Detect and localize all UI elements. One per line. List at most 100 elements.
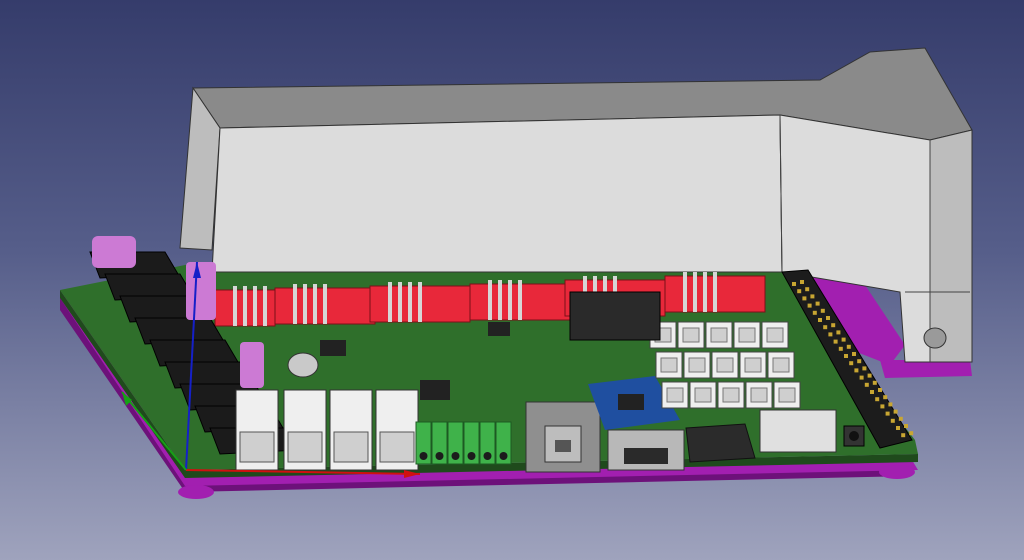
header-pin xyxy=(253,286,257,326)
pin xyxy=(859,375,864,380)
reset-button-cap xyxy=(849,431,859,441)
terminal-screw xyxy=(419,452,428,460)
pin xyxy=(800,280,804,284)
connector-face xyxy=(287,431,323,463)
header-pin xyxy=(263,286,267,326)
pin xyxy=(846,344,851,349)
ic-chip xyxy=(320,340,346,356)
enclosure-mount-hole xyxy=(923,327,947,349)
ic-chip xyxy=(420,380,450,400)
pin xyxy=(844,354,848,358)
jst-connectors[interactable] xyxy=(649,321,801,409)
jst-connector-face xyxy=(710,327,728,343)
connector-face xyxy=(379,431,415,463)
header-pin xyxy=(243,286,247,326)
header-pin xyxy=(408,282,412,322)
header-pin xyxy=(713,272,717,312)
pin xyxy=(812,310,817,315)
pin xyxy=(792,282,796,286)
pin xyxy=(898,416,903,421)
header-pin xyxy=(233,286,237,326)
pin xyxy=(904,424,908,428)
header-pin xyxy=(398,282,402,322)
capacitor xyxy=(92,236,136,268)
pin xyxy=(833,339,838,344)
pin xyxy=(797,289,802,294)
electrolytic-capacitor xyxy=(287,352,319,378)
pin xyxy=(880,404,885,409)
screw-terminal-block[interactable] xyxy=(415,421,512,465)
jst-connector-face xyxy=(694,387,712,403)
header-pin xyxy=(703,272,707,312)
jst-connector-face xyxy=(688,357,706,373)
pin xyxy=(875,397,880,402)
header-pin xyxy=(683,272,687,312)
pin xyxy=(867,373,872,378)
pin xyxy=(810,294,815,299)
pin xyxy=(896,426,900,430)
pin xyxy=(888,402,893,407)
pin xyxy=(883,395,888,400)
pin xyxy=(807,303,812,308)
jst-connector-face xyxy=(772,357,790,373)
header-pin xyxy=(488,280,492,320)
pin xyxy=(831,323,836,328)
pin xyxy=(862,366,867,371)
header-pin xyxy=(313,284,317,324)
sd-card-slot-body xyxy=(685,423,756,463)
jst-connector-face xyxy=(716,357,734,373)
pin xyxy=(823,325,828,330)
enclosure-right-side xyxy=(929,129,973,363)
pin xyxy=(909,431,914,436)
terminal-screw xyxy=(499,452,508,460)
usb-b-port[interactable] xyxy=(525,401,601,473)
pin xyxy=(857,359,862,364)
base-plate-standoff-front-right xyxy=(879,465,915,479)
sd-card-slot[interactable] xyxy=(685,423,756,463)
header-pin xyxy=(518,280,522,320)
jst-connector-face xyxy=(666,387,684,403)
pin xyxy=(864,382,869,387)
header-pin xyxy=(303,284,307,324)
ic-chip xyxy=(488,322,510,336)
base-plate-standoff-front-left xyxy=(178,485,214,499)
usb-b-tongue xyxy=(555,440,571,452)
header-pin xyxy=(388,282,392,322)
pin xyxy=(854,368,859,373)
terminal-screw xyxy=(467,452,476,460)
jst-connector-face xyxy=(766,327,784,343)
enclosure-front-face xyxy=(211,114,783,273)
connector-face xyxy=(333,431,369,463)
pin xyxy=(802,296,807,301)
pin xyxy=(805,287,810,292)
terminal-screw xyxy=(435,452,444,460)
ic-chip xyxy=(569,291,661,341)
jst-connector-face xyxy=(682,327,700,343)
pin xyxy=(841,337,846,342)
jst-connector-face xyxy=(738,327,756,343)
pin xyxy=(849,361,854,366)
pin xyxy=(893,409,898,414)
pin xyxy=(890,418,895,423)
pin xyxy=(872,380,877,385)
usb-a-opening xyxy=(624,448,668,464)
pin xyxy=(818,318,822,322)
pin xyxy=(885,411,890,416)
header-block xyxy=(759,409,837,453)
jst-connector-face xyxy=(660,357,678,373)
pin xyxy=(878,388,882,392)
header-pin xyxy=(418,282,422,322)
capacitor xyxy=(240,342,264,388)
wifi-module-chip xyxy=(618,394,644,410)
pin xyxy=(820,308,825,313)
base-plate-right-tab xyxy=(880,360,972,378)
cad-3d-viewport[interactable] xyxy=(0,0,1024,560)
header-pin xyxy=(693,272,697,312)
header-pin xyxy=(323,284,327,324)
header-pin xyxy=(498,280,502,320)
pin xyxy=(815,301,820,306)
header-pin xyxy=(508,280,512,320)
usb-a-port[interactable] xyxy=(607,429,685,471)
jst-connector-face xyxy=(744,357,762,373)
cad-model-scene[interactable] xyxy=(0,0,1024,560)
